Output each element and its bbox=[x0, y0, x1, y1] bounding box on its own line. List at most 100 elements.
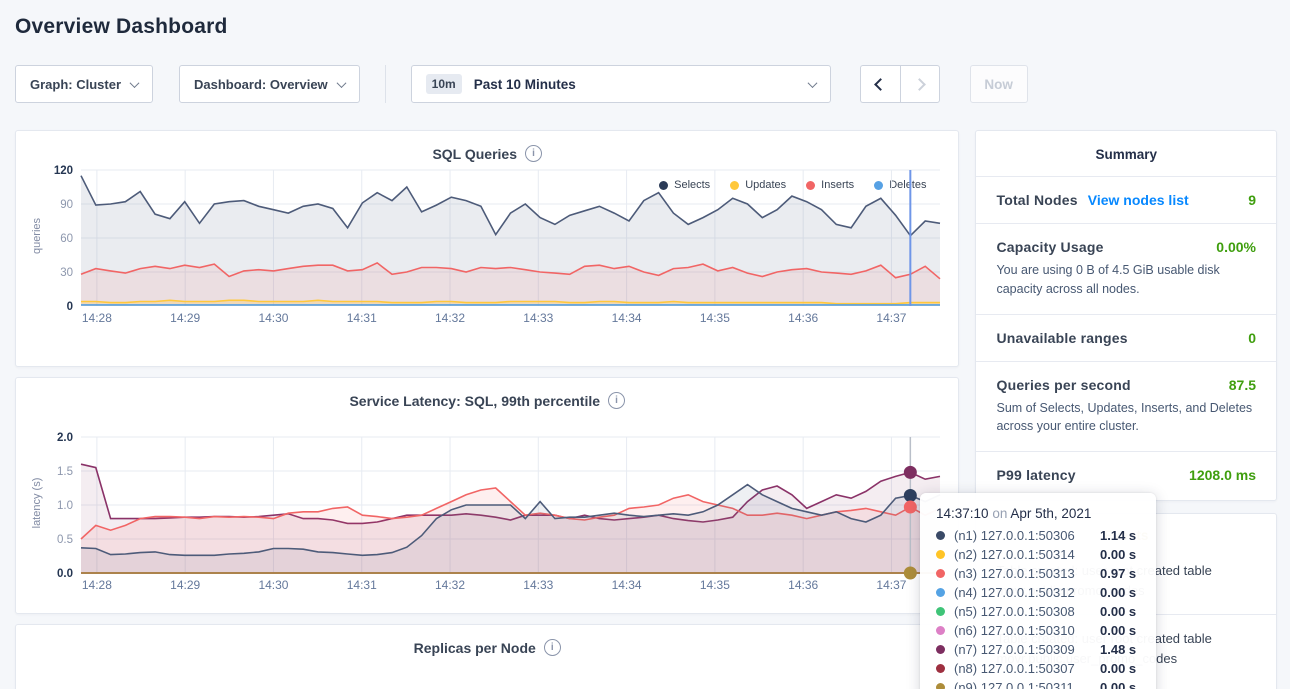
chevron-down-icon bbox=[130, 78, 140, 88]
crosshair-dot bbox=[904, 489, 917, 502]
x-tick-label: 14:34 bbox=[612, 578, 642, 592]
time-step-buttons bbox=[860, 65, 940, 103]
service-latency-title-row: Service Latency: SQL, 99th percentile i bbox=[16, 378, 958, 409]
summary-row-description: You are using 0 B of 4.5 GiB usable disk… bbox=[996, 261, 1256, 299]
summary-row-label: Unavailable ranges bbox=[996, 330, 1127, 346]
view-nodes-list-link[interactable]: View nodes list bbox=[1088, 192, 1189, 208]
x-tick-label: 14:29 bbox=[170, 311, 200, 325]
node-address: (n5) 127.0.0.1:50308 bbox=[954, 604, 1100, 619]
charts-column: SQL Queries i SelectsUpdatesInsertsDelet… bbox=[15, 130, 959, 689]
sql-queries-chart-body: queries 14:2814:2914:3014:3114:3214:3314… bbox=[16, 164, 958, 328]
node-latency-value: 0.00 s bbox=[1100, 547, 1136, 562]
graph-scope-label: Graph: Cluster bbox=[30, 77, 121, 92]
summary-rows: Total NodesView nodes list9Capacity Usag… bbox=[976, 176, 1276, 498]
latency-hover-tooltip: 14:37:10 on Apr 5th, 2021 (n1) 127.0.0.1… bbox=[920, 493, 1156, 689]
dashboard-label: Dashboard: Overview bbox=[194, 77, 328, 92]
info-icon[interactable]: i bbox=[608, 392, 625, 409]
summary-row: Unavailable ranges0 bbox=[976, 314, 1276, 361]
series-color-dot bbox=[936, 645, 945, 654]
time-range-dropdown[interactable]: 10m Past 10 Minutes bbox=[411, 65, 831, 103]
x-tick-label: 14:29 bbox=[170, 578, 200, 592]
crosshair-dot bbox=[904, 501, 917, 514]
x-tick-label: 14:35 bbox=[700, 578, 730, 592]
y-tick-label: 30 bbox=[60, 267, 73, 279]
summary-row-value: 87.5 bbox=[1229, 377, 1256, 393]
page-title: Overview Dashboard bbox=[15, 15, 1290, 39]
y-tick-label: 0.5 bbox=[57, 534, 73, 546]
time-prev-button[interactable] bbox=[860, 65, 900, 103]
replicas-per-node-card: Replicas per Node i bbox=[15, 624, 959, 689]
x-tick-label: 14:31 bbox=[347, 311, 377, 325]
x-tick-label: 14:28 bbox=[82, 578, 112, 592]
x-tick-label: 14:28 bbox=[82, 311, 112, 325]
time-next-button[interactable] bbox=[900, 65, 940, 103]
info-icon[interactable]: i bbox=[544, 639, 561, 656]
replicas-title-row: Replicas per Node i bbox=[16, 625, 958, 656]
series-color-dot bbox=[936, 664, 945, 673]
x-tick-label: 14:33 bbox=[523, 311, 553, 325]
graph-scope-dropdown[interactable]: Graph: Cluster bbox=[15, 65, 153, 103]
tooltip-time: 14:37:10 bbox=[936, 506, 989, 521]
sql-queries-card: SQL Queries i SelectsUpdatesInsertsDelet… bbox=[15, 130, 959, 367]
node-latency-value: 0.00 s bbox=[1100, 585, 1136, 600]
chevron-down-icon bbox=[807, 78, 817, 88]
chart-title: Replicas per Node bbox=[414, 640, 536, 656]
info-icon[interactable]: i bbox=[525, 145, 542, 162]
time-range-badge: 10m bbox=[426, 74, 462, 94]
tooltip-row: (n6) 127.0.0.1:503100.00 s bbox=[936, 623, 1140, 638]
node-address: (n2) 127.0.0.1:50314 bbox=[954, 547, 1100, 562]
tooltip-row: (n3) 127.0.0.1:503130.97 s bbox=[936, 566, 1140, 581]
summary-row: P99 latency1208.0 ms bbox=[976, 451, 1276, 498]
toolbar-divider bbox=[385, 65, 386, 103]
summary-title: Summary bbox=[976, 131, 1276, 176]
x-tick-label: 14:30 bbox=[258, 578, 288, 592]
series-color-dot bbox=[936, 531, 945, 540]
chevron-down-icon bbox=[336, 78, 346, 88]
tooltip-connector: on bbox=[992, 506, 1007, 521]
node-latency-value: 1.14 s bbox=[1100, 528, 1136, 543]
summary-row-label: P99 latency bbox=[996, 467, 1075, 483]
series-color-dot bbox=[936, 588, 945, 597]
tooltip-rows: (n1) 127.0.0.1:503061.14 s (n2) 127.0.0.1… bbox=[936, 528, 1140, 689]
crosshair-dot bbox=[904, 567, 917, 580]
summary-row-label: Capacity Usage bbox=[996, 239, 1103, 255]
service-latency-chart-body: latency (s) 14:2814:2914:3014:3114:3214:… bbox=[16, 431, 958, 595]
y-tick-label: 0.0 bbox=[57, 568, 73, 580]
node-address: (n4) 127.0.0.1:50312 bbox=[954, 585, 1100, 600]
x-tick-label: 14:31 bbox=[347, 578, 377, 592]
tooltip-row: (n2) 127.0.0.1:503140.00 s bbox=[936, 547, 1140, 562]
summary-row: Queries per second87.5Sum of Selects, Up… bbox=[976, 361, 1276, 452]
tooltip-row: (n5) 127.0.0.1:503080.00 s bbox=[936, 604, 1140, 619]
chart-title: SQL Queries bbox=[432, 146, 517, 162]
service-latency-chart[interactable]: 14:2814:2914:3014:3114:3214:3314:3414:35… bbox=[31, 431, 946, 595]
series-color-dot bbox=[936, 683, 945, 689]
y-axis-unit-label: queries bbox=[31, 201, 43, 271]
x-tick-label: 14:34 bbox=[612, 311, 642, 325]
now-button[interactable]: Now bbox=[970, 65, 1028, 103]
summary-row-label: Total Nodes bbox=[996, 192, 1077, 208]
node-latency-value: 0.00 s bbox=[1100, 680, 1136, 689]
tooltip-row: (n4) 127.0.0.1:503120.00 s bbox=[936, 585, 1140, 600]
y-tick-label: 2.0 bbox=[57, 432, 73, 444]
series-color-dot bbox=[936, 607, 945, 616]
chart-title: Service Latency: SQL, 99th percentile bbox=[349, 393, 600, 409]
y-tick-label: 1.0 bbox=[57, 500, 73, 512]
series-color-dot bbox=[936, 569, 945, 578]
node-address: (n8) 127.0.0.1:50307 bbox=[954, 661, 1100, 676]
sql-queries-chart[interactable]: 14:2814:2914:3014:3114:3214:3314:3414:35… bbox=[31, 164, 946, 328]
node-address: (n9) 127.0.0.1:50311 bbox=[954, 680, 1100, 689]
dashboard-dropdown[interactable]: Dashboard: Overview bbox=[179, 65, 360, 103]
node-address: (n3) 127.0.0.1:50313 bbox=[954, 566, 1100, 581]
y-axis-unit-label: latency (s) bbox=[31, 468, 43, 538]
x-tick-label: 14:32 bbox=[435, 311, 465, 325]
tooltip-row: (n1) 127.0.0.1:503061.14 s bbox=[936, 528, 1140, 543]
summary-row: Capacity Usage0.00%You are using 0 B of … bbox=[976, 223, 1276, 314]
node-address: (n7) 127.0.0.1:50309 bbox=[954, 642, 1100, 657]
x-tick-label: 14:37 bbox=[876, 311, 906, 325]
chevron-left-icon bbox=[874, 78, 887, 91]
y-tick-label: 120 bbox=[54, 165, 73, 177]
summary-row-description: Sum of Selects, Updates, Inserts, and De… bbox=[996, 399, 1256, 437]
y-tick-label: 1.5 bbox=[57, 466, 73, 478]
service-latency-card: Service Latency: SQL, 99th percentile i … bbox=[15, 377, 959, 614]
tooltip-date: Apr 5th, 2021 bbox=[1010, 506, 1091, 521]
